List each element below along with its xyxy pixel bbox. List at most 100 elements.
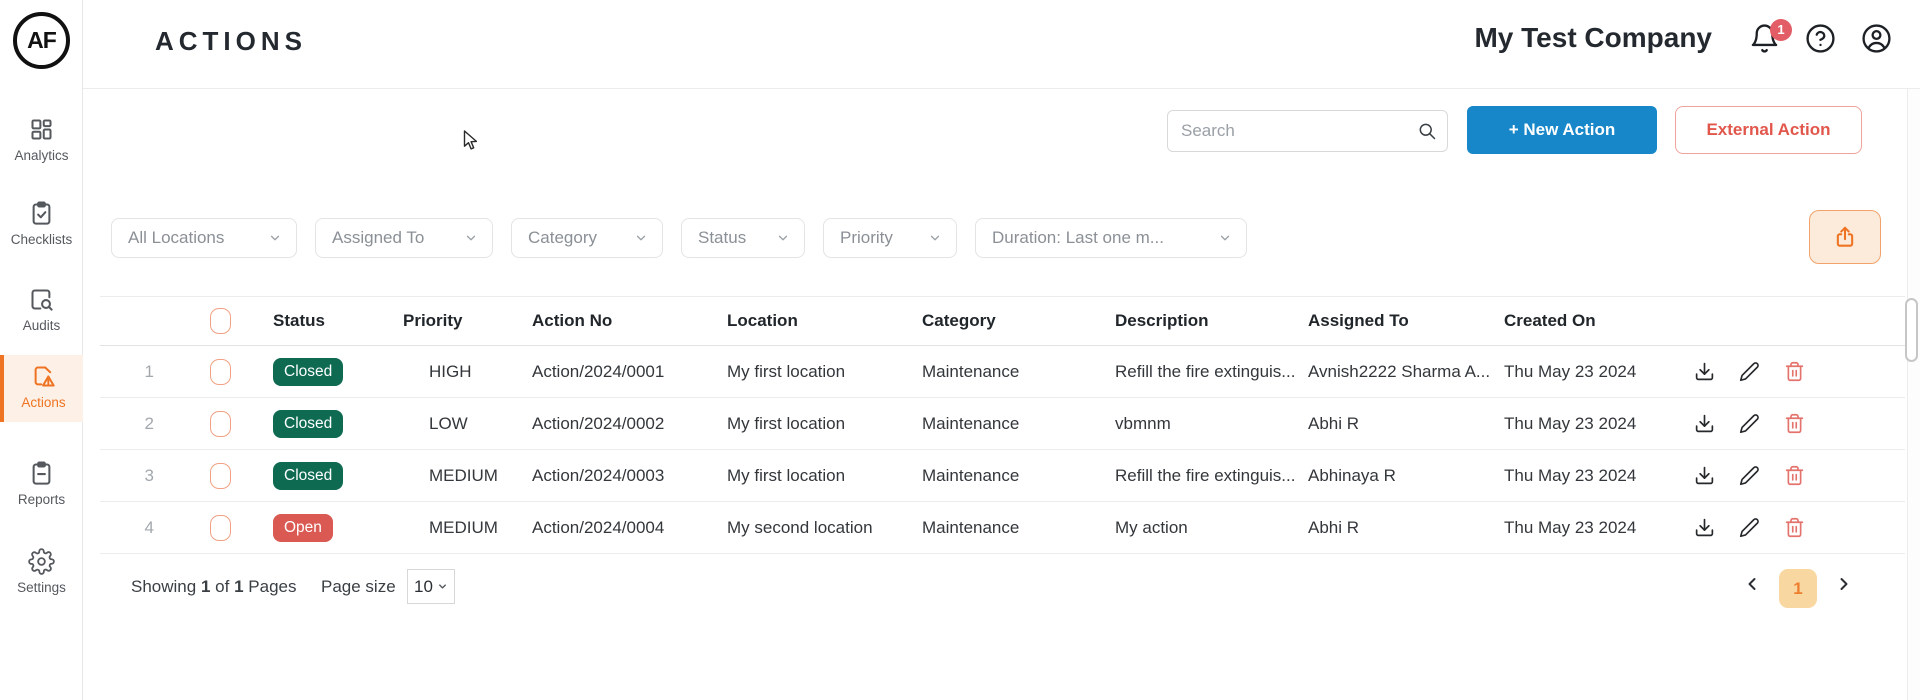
action-no-cell: Action/2024/0003 <box>532 466 727 486</box>
sidebar-item-checklists[interactable]: Checklists <box>0 192 83 255</box>
col-status: Status <box>273 311 403 331</box>
profile-button[interactable] <box>1861 23 1892 54</box>
chevron-down-icon <box>776 231 790 245</box>
download-icon[interactable] <box>1694 361 1715 382</box>
row-checkbox-cell <box>160 515 273 541</box>
location-cell: My second location <box>727 518 922 538</box>
status-badge: Closed <box>273 358 343 386</box>
chevron-down-icon <box>437 581 448 592</box>
download-icon[interactable] <box>1694 465 1715 486</box>
filter-label: Priority <box>840 228 893 248</box>
col-location: Location <box>727 311 922 331</box>
status-badge: Open <box>273 514 333 542</box>
search-icon[interactable] <box>1417 121 1437 141</box>
sidebar-item-settings[interactable]: Settings <box>0 540 83 603</box>
row-index: 3 <box>100 466 160 486</box>
created-on-cell: Thu May 23 2024 <box>1504 362 1690 382</box>
search-input[interactable] <box>1167 110 1448 152</box>
share-upload-icon <box>1832 224 1858 250</box>
sidebar-item-label: Analytics <box>14 148 68 163</box>
priority-cell: LOW <box>403 414 532 434</box>
notifications-button[interactable]: 1 <box>1749 23 1780 54</box>
edit-icon[interactable] <box>1739 413 1760 434</box>
created-on-cell: Thu May 23 2024 <box>1504 414 1690 434</box>
created-on-cell: Thu May 23 2024 <box>1504 518 1690 538</box>
category-cell: Maintenance <box>922 362 1115 382</box>
priority-cell: HIGH <box>403 362 532 382</box>
created-on-cell: Thu May 23 2024 <box>1504 466 1690 486</box>
app-logo: AF <box>13 12 70 69</box>
edit-icon[interactable] <box>1739 361 1760 382</box>
edit-icon[interactable] <box>1739 517 1760 538</box>
status-badge: Closed <box>273 410 343 438</box>
new-action-button[interactable]: + New Action <box>1467 106 1657 154</box>
select-all-cell <box>160 308 273 334</box>
question-circle-icon <box>1805 23 1836 54</box>
location-cell: My first location <box>727 362 922 382</box>
page-size-select[interactable]: 10 <box>407 569 455 604</box>
sidebar-item-analytics[interactable]: Analytics <box>0 108 83 171</box>
download-icon[interactable] <box>1694 413 1715 434</box>
checklist-icon <box>28 200 55 227</box>
filter-label: Duration: Last one m... <box>992 228 1164 248</box>
col-created-on: Created On <box>1504 311 1690 331</box>
description-cell: Refill the fire extinguis... <box>1115 466 1308 486</box>
filter-status[interactable]: Status <box>681 218 805 258</box>
row-actions <box>1690 361 1905 382</box>
edit-icon[interactable] <box>1739 465 1760 486</box>
filter-assigned-to[interactable]: Assigned To <box>315 218 493 258</box>
col-priority: Priority <box>403 311 532 331</box>
company-name: My Test Company <box>1474 22 1712 54</box>
scrollbar-track[interactable] <box>1907 89 1920 700</box>
current-page-number: 1 <box>201 577 210 596</box>
sidebar-item-label: Settings <box>17 580 66 595</box>
filter-category[interactable]: Category <box>511 218 663 258</box>
previous-page-button[interactable] <box>1742 574 1762 594</box>
description-cell: My action <box>1115 518 1308 538</box>
next-page-button[interactable] <box>1834 574 1854 594</box>
sidebar-item-actions[interactable]: Actions <box>0 355 83 422</box>
topbar-divider <box>83 88 1920 89</box>
status-cell: Open <box>273 514 403 542</box>
row-index: 1 <box>100 362 160 382</box>
filter-locations[interactable]: All Locations <box>111 218 297 258</box>
scrollbar-thumb[interactable] <box>1905 298 1918 362</box>
description-cell: vbmnm <box>1115 414 1308 434</box>
page-title: ACTIONS <box>155 26 307 57</box>
col-category: Category <box>922 311 1115 331</box>
location-cell: My first location <box>727 414 922 434</box>
of-text: of <box>215 577 229 596</box>
category-cell: Maintenance <box>922 466 1115 486</box>
row-checkbox[interactable] <box>210 411 231 437</box>
action-no-cell: Action/2024/0002 <box>532 414 727 434</box>
delete-icon[interactable] <box>1784 361 1805 382</box>
row-checkbox[interactable] <box>210 463 231 489</box>
sidebar: AF Analytics Checklists Audits Actions R… <box>0 0 83 700</box>
action-no-cell: Action/2024/0001 <box>532 362 727 382</box>
row-checkbox[interactable] <box>210 359 231 385</box>
delete-icon[interactable] <box>1784 465 1805 486</box>
col-description: Description <box>1115 311 1308 331</box>
filter-priority[interactable]: Priority <box>823 218 957 258</box>
delete-icon[interactable] <box>1784 413 1805 434</box>
row-index: 4 <box>100 518 160 538</box>
col-action-no: Action No <box>532 311 727 331</box>
sidebar-item-audits[interactable]: Audits <box>0 278 83 341</box>
external-action-button[interactable]: External Action <box>1675 106 1862 154</box>
row-checkbox-cell <box>160 359 273 385</box>
help-button[interactable] <box>1805 23 1836 54</box>
select-all-checkbox[interactable] <box>210 308 231 334</box>
page-1-button[interactable]: 1 <box>1779 569 1817 608</box>
logo-text: AF <box>27 27 56 54</box>
download-icon[interactable] <box>1694 517 1715 538</box>
sidebar-item-label: Reports <box>18 492 65 507</box>
sidebar-item-reports[interactable]: Reports <box>0 452 83 515</box>
category-cell: Maintenance <box>922 414 1115 434</box>
row-checkbox[interactable] <box>210 515 231 541</box>
row-actions <box>1690 517 1905 538</box>
col-assigned-to: Assigned To <box>1308 311 1504 331</box>
delete-icon[interactable] <box>1784 517 1805 538</box>
export-button[interactable] <box>1809 210 1881 264</box>
filter-duration[interactable]: Duration: Last one m... <box>975 218 1247 258</box>
status-cell: Closed <box>273 410 403 438</box>
